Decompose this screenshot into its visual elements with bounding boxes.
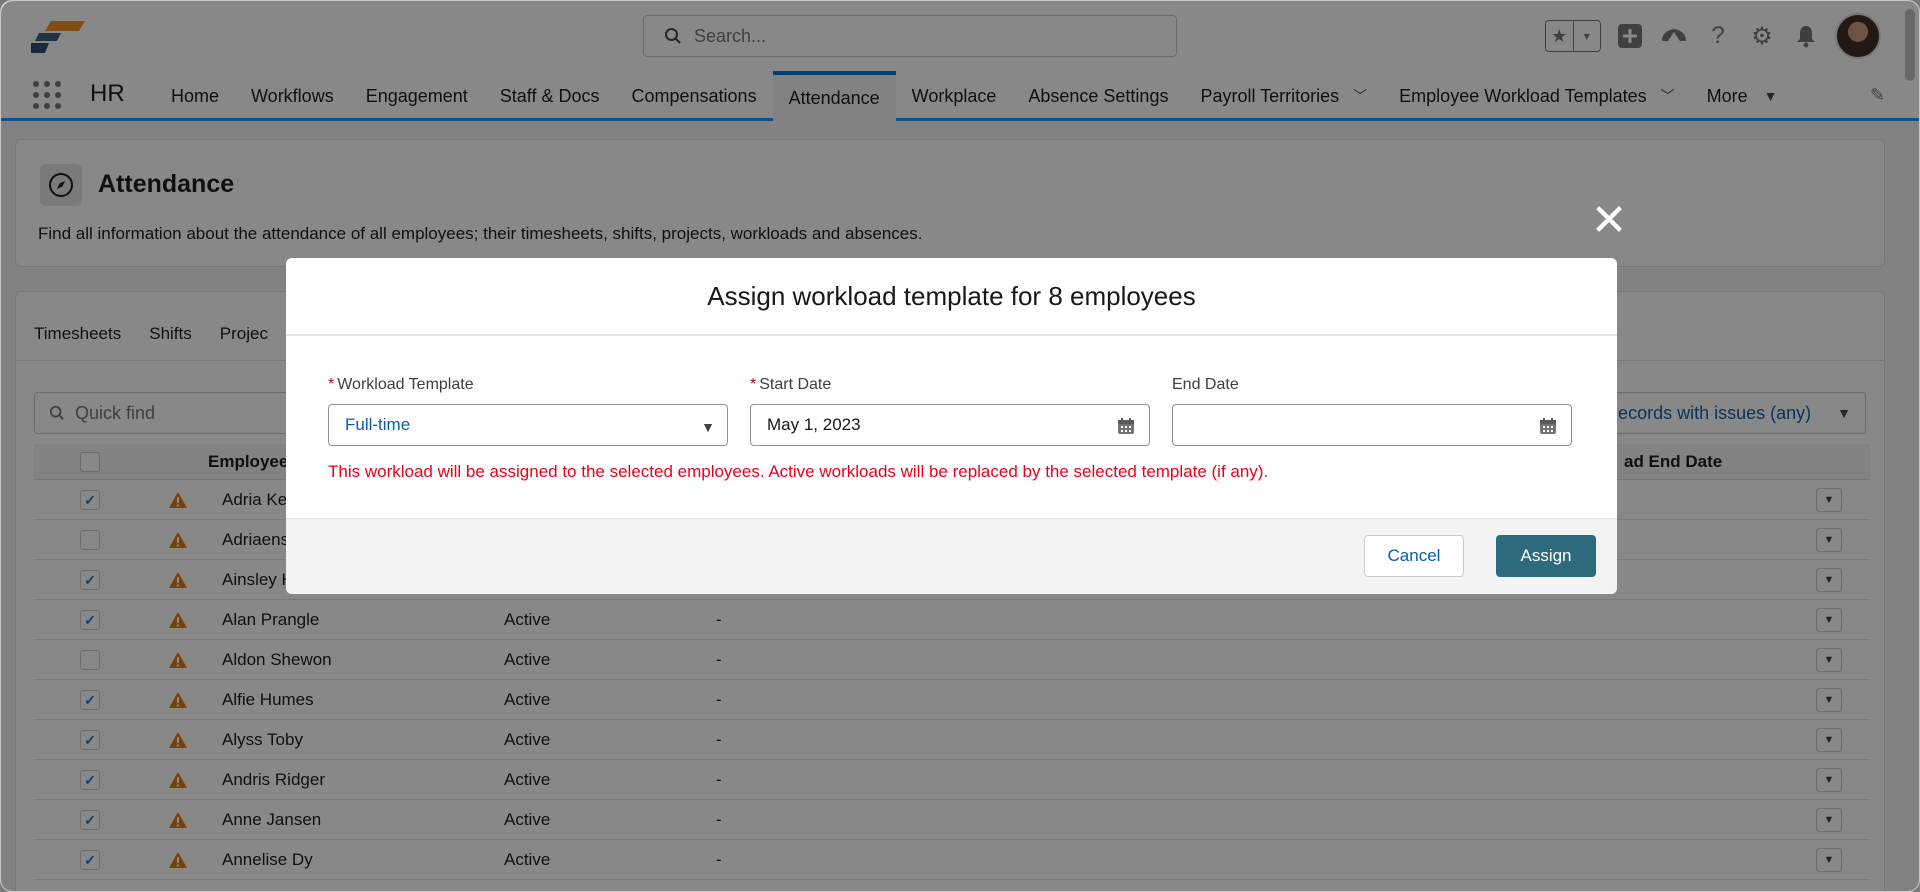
start-date-field: * Start Date May 1, 2023 xyxy=(750,376,1150,446)
workload-template-value: Full-time xyxy=(345,415,411,434)
close-icon[interactable]: ✕ xyxy=(1589,199,1629,243)
modal-footer: Cancel Assign xyxy=(286,518,1617,594)
workload-template-field: * Workload Template Full-time ▼ xyxy=(328,376,728,446)
start-date-input[interactable]: May 1, 2023 xyxy=(750,404,1150,446)
calendar-icon[interactable] xyxy=(1117,417,1135,435)
end-date-input[interactable] xyxy=(1172,404,1572,446)
required-indicator: * xyxy=(328,376,335,393)
modal-header: Assign workload template for 8 employees xyxy=(286,258,1617,336)
assignment-warning-message: This workload will be assigned to the se… xyxy=(328,462,1269,481)
assign-button[interactable]: Assign xyxy=(1496,535,1596,577)
start-date-label: * Start Date xyxy=(750,376,832,393)
modal-body: * Workload Template Full-time ▼ * Start Da… xyxy=(286,336,1617,518)
caret-down-icon: ▼ xyxy=(701,419,715,435)
app-window: Search... ★ ▾ ? ⚙ HR Home Workflows Enga… xyxy=(0,0,1920,892)
calendar-icon[interactable] xyxy=(1539,417,1557,435)
workload-template-label: * Workload Template xyxy=(328,376,474,393)
workload-template-select[interactable]: Full-time ▼ xyxy=(328,404,728,446)
start-date-value: May 1, 2023 xyxy=(767,415,861,434)
cancel-button[interactable]: Cancel xyxy=(1364,535,1464,577)
end-date-label: End Date xyxy=(1172,376,1239,393)
modal-title: Assign workload template for 8 employees xyxy=(707,280,1196,311)
required-indicator: * xyxy=(750,376,757,393)
end-date-field: End Date xyxy=(1172,376,1572,446)
assign-workload-modal: Assign workload template for 8 employees… xyxy=(286,258,1617,594)
